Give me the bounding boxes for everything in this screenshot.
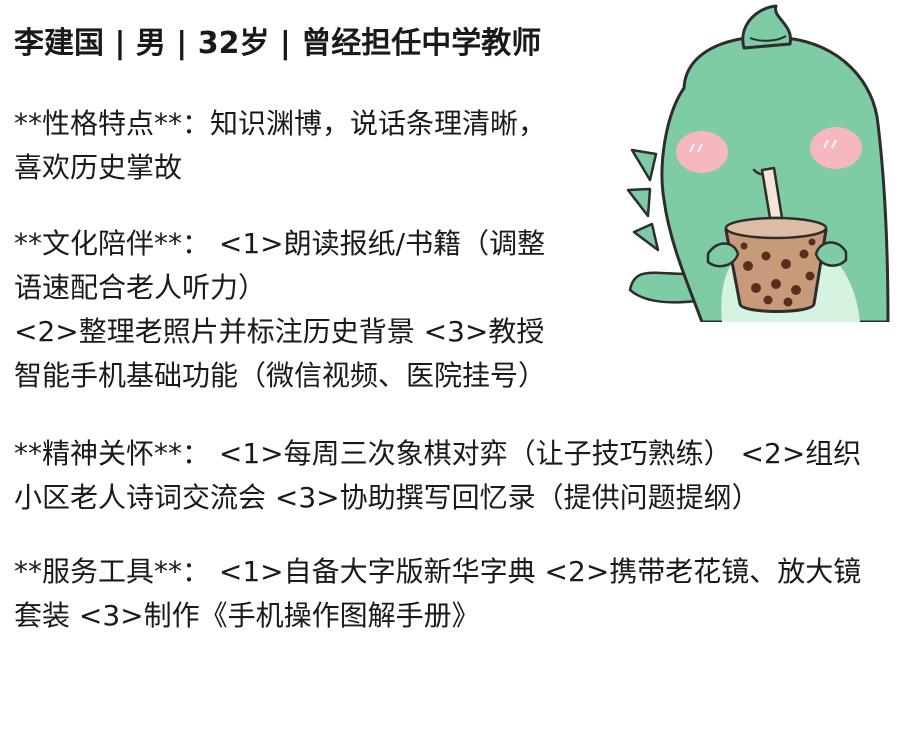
spiritual-line-1: **精神关怀**： <1>每周三次象棋对弈（让子技巧熟练） <2>组织 xyxy=(14,437,862,470)
service-tools-section: **服务工具**： <1>自备大字版新华字典 <2>携带老花镜、放大镜 套装 <… xyxy=(14,550,918,638)
personality-line-2: 喜欢历史掌故 xyxy=(14,151,183,184)
spiritual-care-section: **精神关怀**： <1>每周三次象棋对弈（让子技巧熟练） <2>组织 小区老人… xyxy=(14,432,918,520)
profile-card: 李建国 | 男 | 32岁 | 曾经担任中学教师 **性格特点**：知识渊博，说… xyxy=(0,0,918,752)
dinosaur-drinking-bubble-tea-icon xyxy=(626,4,890,322)
cultural-line-1: **文化陪伴**： <1>朗读报纸/书籍（调整 xyxy=(14,227,546,260)
cultural-companion-section: **文化陪伴**： <1>朗读报纸/书籍（调整 语速配合老人听力） <2>整理老… xyxy=(14,222,604,398)
right-cheek xyxy=(810,127,862,169)
dinosaur-spikes xyxy=(626,148,660,252)
profile-title: 李建国 | 男 | 32岁 | 曾经担任中学教师 xyxy=(14,26,542,61)
cultural-line-4: 智能手机基础功能（微信视频、医院挂号） xyxy=(14,359,547,392)
cultural-line-2: 语速配合老人听力） xyxy=(14,271,267,304)
tools-line-1: **服务工具**： <1>自备大字版新华字典 <2>携带老花镜、放大镜 xyxy=(14,555,862,588)
cultural-line-3: <2>整理老照片并标注历史背景 <3>教授 xyxy=(14,315,545,348)
personality-section: **性格特点**：知识渊博，说话条理清晰， 喜欢历史掌故 xyxy=(14,102,604,190)
personality-line-1: **性格特点**：知识渊博，说话条理清晰， xyxy=(14,107,547,140)
spiritual-line-2: 小区老人诗词交流会 <3>协助撰写回忆录（提供问题提纲） xyxy=(14,481,760,514)
left-arm xyxy=(706,242,740,268)
tools-line-2: 套装 <3>制作《手机操作图解手册》 xyxy=(14,599,480,632)
left-cheek xyxy=(676,131,728,173)
right-arm xyxy=(814,241,848,267)
